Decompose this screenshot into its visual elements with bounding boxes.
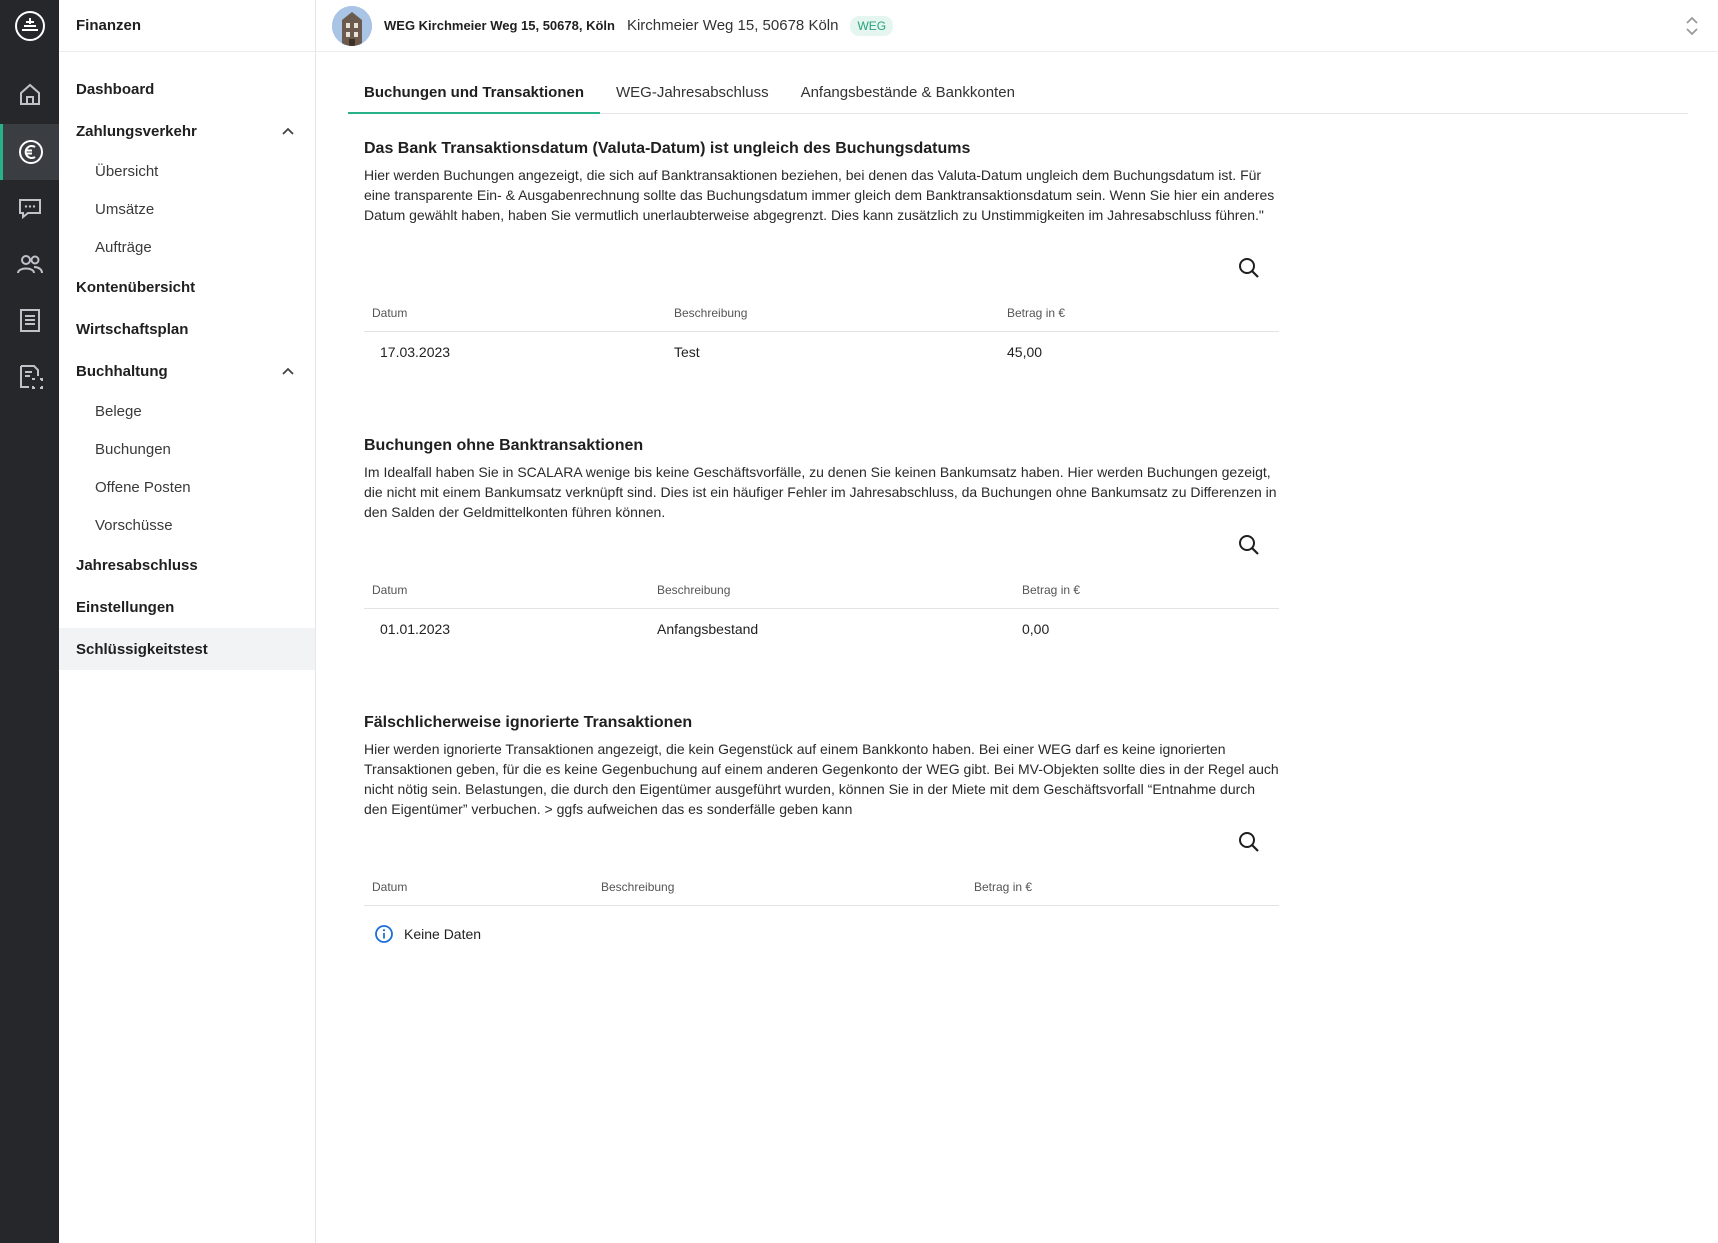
cell-datum: 17.03.2023 — [380, 344, 451, 360]
sidebar-item-label: Buchhaltung — [76, 362, 168, 380]
sidebar-title: Finanzen — [59, 0, 315, 52]
empty-state-text: Keine Daten — [404, 926, 482, 942]
cell-datum: 01.01.2023 — [380, 621, 451, 637]
sidebar-item-wirtschaftsplan[interactable]: Wirtschaftsplan — [59, 308, 315, 350]
column-header-datum[interactable]: Datum — [372, 583, 407, 597]
column-header-betrag[interactable]: Betrag in € — [1007, 306, 1065, 320]
rail-people[interactable] — [0, 236, 59, 292]
sidebar: Finanzen Dashboard Zahlungsverkehr Übers… — [59, 0, 316, 1243]
rail-home[interactable] — [0, 66, 59, 122]
table-valuta-mismatch: Datum Beschreibung Betrag in € 17.03.202… — [364, 294, 1279, 372]
euro-icon — [19, 140, 43, 164]
table-buchungen-ohne-banktransaktionen: Datum Beschreibung Betrag in € 01.01.202… — [364, 571, 1279, 649]
search-icon[interactable] — [1237, 533, 1261, 557]
section-buchungen-ohne-banktransaktionen: Buchungen ohne Banktransaktionen Im Idea… — [364, 437, 1279, 637]
section-description: Im Idealfall haben Sie in SCALARA wenige… — [364, 464, 1277, 520]
section-description: Hier werden ignorierte Transaktionen ang… — [364, 741, 1279, 817]
sidebar-item-label: Kontenübersicht — [76, 278, 196, 296]
column-header-beschreibung[interactable]: Beschreibung — [674, 306, 747, 320]
rail-scan[interactable] — [0, 348, 59, 404]
icon-rail — [0, 0, 59, 1243]
sidebar-nav: Dashboard Zahlungsverkehr Übersicht Umsä… — [59, 52, 315, 670]
sidebar-item-label: Zahlungsverkehr — [76, 122, 197, 140]
search-icon[interactable] — [1237, 830, 1261, 854]
column-header-datum[interactable]: Datum — [372, 880, 407, 894]
tab-weg-jahresabschluss[interactable]: WEG-Jahresabschluss — [600, 74, 785, 114]
tab-anfangsbestaende-bankkonten[interactable]: Anfangsbestände & Bankkonten — [785, 74, 1031, 114]
cell-beschreibung: Anfangsbestand — [657, 621, 759, 637]
info-icon — [375, 925, 393, 943]
property-address: Kirchmeier Weg 15, 50678 Köln — [626, 17, 839, 34]
sidebar-subitem-belege[interactable]: Belege — [59, 392, 315, 430]
chat-icon — [18, 199, 41, 220]
empty-state: Keine Daten — [364, 906, 1279, 962]
sidebar-subitem-umsaetze[interactable]: Umsätze — [59, 190, 315, 228]
tab-buchungen-und-transaktionen[interactable]: Buchungen und Transaktionen — [348, 74, 601, 114]
document-list-icon — [19, 309, 40, 332]
chevron-up-icon — [282, 127, 294, 135]
property-switcher-icon[interactable] — [1684, 14, 1700, 38]
property-type-badge: WEG — [850, 15, 894, 36]
column-header-beschreibung[interactable]: Beschreibung — [601, 880, 674, 894]
app-logo-icon[interactable] — [12, 8, 48, 44]
section-title: Das Bank Transaktionsdatum (Valuta-Datum… — [364, 140, 971, 157]
rail-messages[interactable] — [0, 180, 59, 236]
sidebar-item-dashboard[interactable]: Dashboard — [59, 68, 315, 110]
tab-bar: Buchungen und Transaktionen WEG-Jahresab… — [348, 74, 1688, 114]
section-title: Buchungen ohne Banktransaktionen — [364, 437, 644, 454]
section-valuta-mismatch: Das Bank Transaktionsdatum (Valuta-Datum… — [364, 140, 1279, 360]
table-header: Datum Beschreibung Betrag in € — [364, 294, 1279, 332]
sidebar-subitem-vorschuesse[interactable]: Vorschüsse — [59, 506, 315, 544]
sidebar-item-label: Einstellungen — [76, 598, 175, 616]
sidebar-item-jahresabschluss[interactable]: Jahresabschluss — [59, 544, 315, 586]
document-scan-icon — [19, 365, 43, 389]
sidebar-subitem-offene-posten[interactable]: Offene Posten — [59, 468, 315, 506]
section-ignorierte-transaktionen: Fälschlicherweise ignorierte Transaktion… — [364, 714, 1279, 943]
property-header: WEG Kirchmeier Weg 15, 50678, Köln Kirch… — [316, 0, 1718, 52]
rail-documents[interactable] — [0, 292, 59, 348]
cell-beschreibung: Test — [674, 344, 700, 360]
sidebar-subitem-auftraege[interactable]: Aufträge — [59, 228, 315, 266]
cell-betrag: 0,00 — [1022, 621, 1050, 637]
sidebar-item-label: Wirtschaftsplan — [76, 320, 189, 338]
column-header-betrag[interactable]: Betrag in € — [1022, 583, 1080, 597]
users-icon — [16, 255, 43, 274]
column-header-beschreibung[interactable]: Beschreibung — [657, 583, 730, 597]
sidebar-subitem-uebersicht[interactable]: Übersicht — [59, 152, 315, 190]
home-icon — [19, 83, 40, 105]
column-header-datum[interactable]: Datum — [372, 306, 407, 320]
table-header: Datum Beschreibung Betrag in € — [364, 868, 1279, 906]
cell-betrag: 45,00 — [1007, 344, 1043, 360]
search-icon[interactable] — [1237, 256, 1261, 280]
sidebar-item-label: Dashboard — [76, 80, 155, 98]
table-row[interactable]: 01.01.2023 Anfangsbestand 0,00 — [364, 609, 1279, 649]
sidebar-item-zahlungsverkehr[interactable]: Zahlungsverkehr — [59, 110, 315, 152]
sidebar-subitem-buchungen[interactable]: Buchungen — [59, 430, 315, 468]
sidebar-item-schluessigkeitstest[interactable]: Schlüssigkeitstest — [59, 628, 315, 670]
building-photo-icon — [332, 5, 372, 46]
column-header-betrag[interactable]: Betrag in € — [974, 880, 1032, 894]
section-title: Fälschlicherweise ignorierte Transaktion… — [364, 714, 693, 731]
sidebar-item-label: Schlüssigkeitstest — [76, 640, 208, 658]
chevron-up-icon — [282, 367, 294, 375]
property-avatar[interactable] — [332, 5, 372, 46]
table-ignorierte-transaktionen: Datum Beschreibung Betrag in € Keine Dat… — [364, 868, 1279, 962]
property-name: WEG Kirchmeier Weg 15, 50678, Köln — [384, 18, 615, 33]
sidebar-item-label: Jahresabschluss — [76, 556, 198, 574]
sidebar-item-kontenuebersicht[interactable]: Kontenübersicht — [59, 266, 315, 308]
rail-finance[interactable] — [0, 124, 59, 180]
table-row[interactable]: 17.03.2023 Test 45,00 — [364, 332, 1279, 372]
sidebar-item-einstellungen[interactable]: Einstellungen — [59, 586, 315, 628]
sidebar-item-buchhaltung[interactable]: Buchhaltung — [59, 350, 315, 392]
table-header: Datum Beschreibung Betrag in € — [364, 571, 1279, 609]
section-description: Hier werden Buchungen angezeigt, die sic… — [364, 167, 1275, 223]
